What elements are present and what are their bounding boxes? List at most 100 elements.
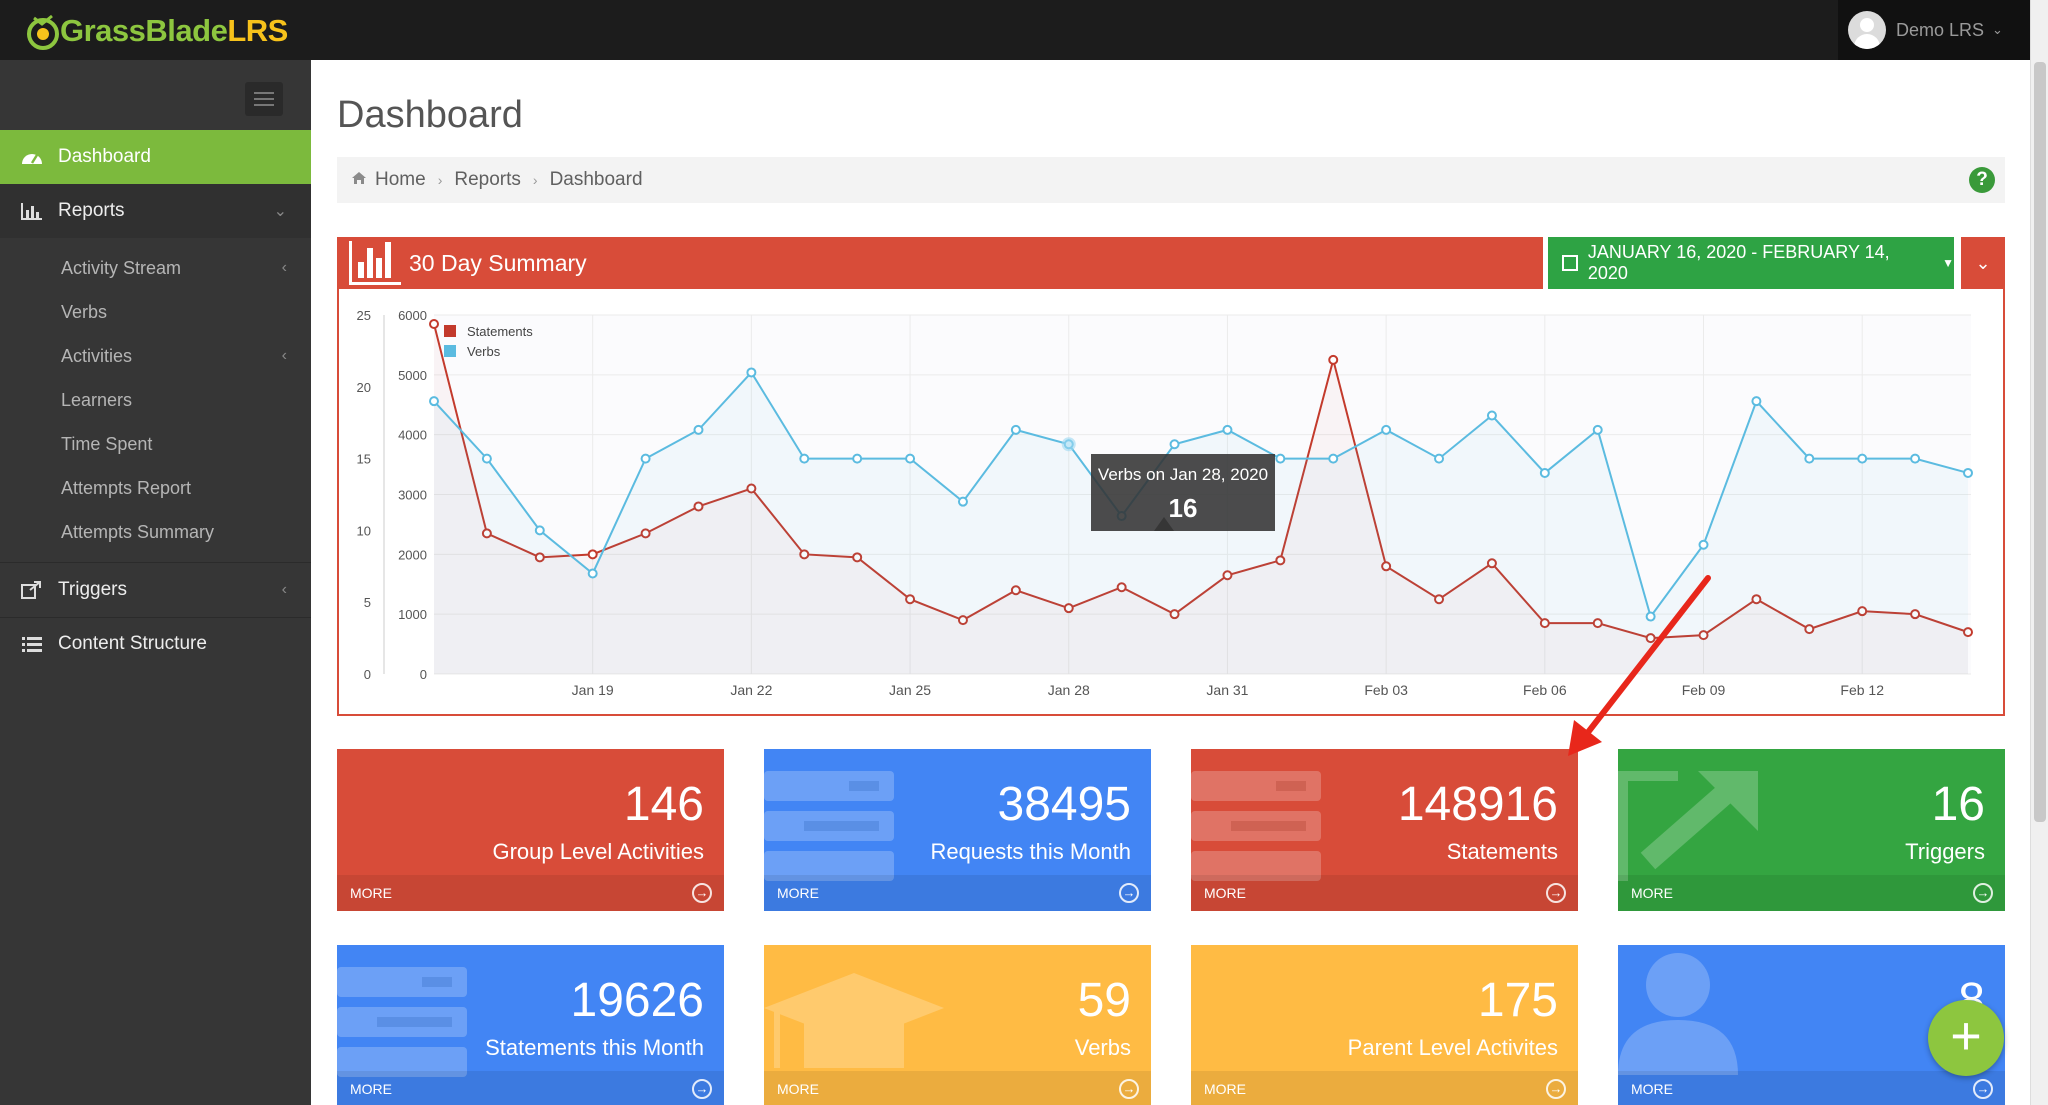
arrow-circle-right-icon[interactable]: → xyxy=(1119,883,1139,903)
sidebar-subitem-label: Attempts Summary xyxy=(61,521,215,542)
more-link[interactable]: MORE xyxy=(764,1071,1151,1105)
top-bar: GrassBlade LRS Demo LRS ⌄ xyxy=(0,0,2030,60)
more-label: MORE xyxy=(350,1081,392,1097)
x-tick-label: Jan 22 xyxy=(730,682,772,698)
sidebar-subitem-activity-stream[interactable]: Activity Stream ‹ xyxy=(0,246,311,290)
page-scrollbar[interactable] xyxy=(2030,0,2048,1105)
legend-label: Statements xyxy=(467,324,533,339)
arrow-circle-right-icon[interactable]: → xyxy=(1973,1079,1993,1099)
summary-header: 30 Day Summary xyxy=(337,237,1543,289)
dashboard-gauge-icon xyxy=(20,147,44,167)
more-link[interactable]: MORE xyxy=(1618,1071,2005,1105)
sidebar-subitem-label: Attempts Report xyxy=(61,477,192,498)
y-left-tick-label: 0 xyxy=(364,667,371,682)
page-title: Dashboard xyxy=(337,94,523,136)
sidebar-item-triggers[interactable]: Triggers ‹ xyxy=(0,563,311,617)
x-tick-label: Feb 03 xyxy=(1364,682,1408,698)
arrow-circle-right-icon[interactable]: → xyxy=(1119,1079,1139,1099)
sidebar-item-reports[interactable]: Reports ⌄ xyxy=(0,184,311,238)
arrow-circle-right-icon[interactable]: → xyxy=(1973,883,1993,903)
sidebar-subitem-attempts-report[interactable]: Attempts Report xyxy=(0,466,311,510)
sidebar-subitem-activities[interactable]: Activities ‹ xyxy=(0,334,311,378)
breadcrumb-home[interactable]: Home xyxy=(375,169,426,191)
stat-card[interactable]: 59 Verbs MORE → xyxy=(764,945,1151,1105)
sidebar-subitem-label: Learners xyxy=(61,389,133,410)
more-link[interactable]: MORE xyxy=(1191,875,1578,911)
x-tick-label: Feb 12 xyxy=(1840,682,1884,698)
breadcrumb-reports[interactable]: Reports xyxy=(454,169,521,191)
more-label: MORE xyxy=(350,885,392,901)
sidebar-item-label: Content Structure xyxy=(58,633,207,654)
data-point-verbs xyxy=(429,396,439,407)
breadcrumb: Home › Reports › Dashboard ? xyxy=(337,157,2005,203)
add-button[interactable]: + xyxy=(1928,1000,2004,1076)
y-right-tick-label: 3000 xyxy=(398,488,427,503)
stat-card[interactable]: 38495 Requests this Month MORE → xyxy=(764,749,1151,911)
y-right-tick-label: 2000 xyxy=(398,547,427,562)
user-menu[interactable]: Demo LRS ⌄ xyxy=(1838,0,2030,60)
stat-card[interactable]: 146 Group Level Activities MORE → xyxy=(337,749,724,911)
arrow-circle-right-icon[interactable]: → xyxy=(1546,1079,1566,1099)
stat-value: 38495 xyxy=(997,778,1131,831)
menu-icon-line xyxy=(254,98,274,100)
data-point-verbs xyxy=(1751,396,1762,407)
stat-value: 148916 xyxy=(1397,778,1558,831)
stat-card[interactable]: 148916 Statements MORE → xyxy=(1191,749,1578,911)
more-link[interactable]: MORE xyxy=(337,1071,724,1105)
stat-label: Requests this Month xyxy=(930,839,1131,864)
data-point-verbs xyxy=(1010,424,1021,435)
sidebar-toggle-button[interactable] xyxy=(245,82,283,116)
more-link[interactable]: MORE xyxy=(764,875,1151,911)
tooltip-title: Verbs on Jan 28, 2020 xyxy=(1098,465,1268,484)
stat-card[interactable]: 16 Triggers MORE → xyxy=(1618,749,2005,911)
y-right-tick-label: 1000 xyxy=(398,607,427,622)
more-link[interactable]: MORE xyxy=(1191,1071,1578,1105)
data-point-verbs xyxy=(852,453,863,464)
sidebar-item-content-structure[interactable]: Content Structure xyxy=(0,617,311,671)
stat-card[interactable]: 175 Parent Level Activites MORE → xyxy=(1191,945,1578,1105)
data-point-verbs xyxy=(1169,439,1180,450)
data-point-verbs xyxy=(957,496,968,507)
date-range-picker[interactable]: JANUARY 16, 2020 - FEBRUARY 14, 2020 ▼ xyxy=(1548,237,1954,289)
sidebar-subitem-verbs[interactable]: Verbs xyxy=(0,290,311,334)
chevron-left-icon: ‹ xyxy=(281,581,287,598)
chevron-right-icon: › xyxy=(437,172,443,188)
app-logo[interactable]: GrassBlade LRS xyxy=(26,8,288,54)
sidebar-subitem-time-spent[interactable]: Time Spent xyxy=(0,422,311,466)
scrollbar-thumb[interactable] xyxy=(2034,62,2046,822)
calendar-icon xyxy=(1562,255,1578,271)
data-point-verbs xyxy=(587,568,598,579)
list-icon xyxy=(20,634,44,654)
legend-swatch xyxy=(444,325,456,337)
y-left-tick-label: 15 xyxy=(357,452,371,467)
more-link[interactable]: MORE xyxy=(337,875,724,911)
more-link[interactable]: MORE xyxy=(1618,875,2005,911)
arrow-circle-right-icon[interactable]: → xyxy=(1546,883,1566,903)
date-range-label: JANUARY 16, 2020 - FEBRUARY 14, 2020 xyxy=(1587,242,1890,283)
help-icon[interactable]: ? xyxy=(1969,167,1995,193)
stat-value: 175 xyxy=(1477,974,1558,1027)
highlighted-data-point xyxy=(1061,437,1076,452)
more-label: MORE xyxy=(1631,1081,1673,1097)
sidebar-item-label: Dashboard xyxy=(58,146,151,167)
x-tick-label: Jan 28 xyxy=(1048,682,1090,698)
breadcrumb-dashboard: Dashboard xyxy=(549,169,643,190)
home-icon xyxy=(351,169,367,191)
stat-card[interactable]: 19626 Statements this Month MORE → xyxy=(337,945,724,1105)
brand-name: GrassBlade xyxy=(60,13,228,48)
arrow-circle-right-icon[interactable]: → xyxy=(692,1079,712,1099)
stat-value: 59 xyxy=(1077,974,1131,1027)
chevron-left-icon: ‹ xyxy=(281,259,287,276)
sidebar-item-label: Reports xyxy=(58,200,125,221)
sidebar-subitem-attempts-summary[interactable]: Attempts Summary xyxy=(0,510,311,554)
data-point-verbs xyxy=(1698,539,1709,550)
more-label: MORE xyxy=(777,885,819,901)
data-point-verbs xyxy=(905,453,916,464)
sidebar-item-dashboard[interactable]: Dashboard xyxy=(0,130,311,184)
x-tick-label: Jan 31 xyxy=(1206,682,1248,698)
data-point-verbs xyxy=(1275,453,1286,464)
arrow-circle-right-icon[interactable]: → xyxy=(692,883,712,903)
sidebar-subitem-learners[interactable]: Learners xyxy=(0,378,311,422)
data-point-verbs xyxy=(1539,467,1550,478)
summary-collapse-button[interactable]: ⌄ xyxy=(1961,237,2005,289)
